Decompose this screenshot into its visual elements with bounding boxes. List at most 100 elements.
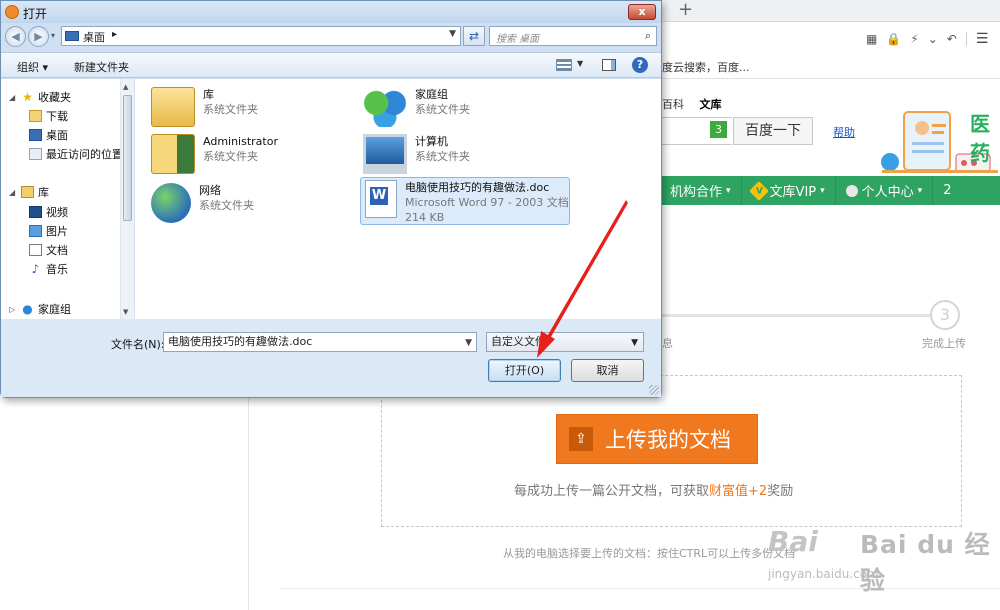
nav-item-more[interactable]: 2 [933, 176, 961, 205]
file-name: 电脑使用技巧的有趣做法.doc [405, 181, 550, 194]
file-type-dropdown-icon[interactable]: ▼ [631, 336, 638, 350]
download-folder-icon [29, 110, 42, 122]
help-icon[interactable]: ? [632, 57, 648, 73]
file-item-selected-doc[interactable]: W 电脑使用技巧的有趣做法.doc Microsoft Word 97 - 20… [360, 177, 570, 225]
caret-down-icon: ▾ [820, 185, 825, 196]
nav-label: 库 [38, 186, 49, 199]
nav-recent-places[interactable]: 最近访问的位置 [29, 146, 123, 162]
app-icon [5, 5, 19, 19]
toolbar-separator [965, 32, 967, 46]
browser-tab-strip [660, 0, 1000, 22]
search-count-badge: 3 [710, 121, 727, 138]
nav-pane-scrollbar[interactable]: ▲ ▼ [120, 79, 134, 319]
baidu-search-button[interactable]: 百度一下 [733, 117, 813, 145]
file-type: 系统文件夹 [415, 103, 470, 116]
file-name: 计算机 [415, 135, 448, 148]
search-suggestion-text[interactable]: 度云搜索，百度... [662, 59, 750, 75]
file-item-homegroup[interactable]: 家庭组 系统文件夹 [363, 87, 470, 127]
page-divider [248, 398, 249, 610]
tab-wenku[interactable]: 文库 [700, 98, 722, 111]
search-icon[interactable]: ⌕ [645, 29, 651, 43]
nav-label: 个人中心 [861, 185, 914, 200]
nav-videos[interactable]: 视频 [29, 204, 68, 220]
banner-heading: 医药 [970, 112, 992, 165]
nav-favorites[interactable]: ◢ ★ 收藏夹 [9, 89, 71, 105]
file-name: Administrator [203, 135, 278, 148]
organize-button[interactable]: 组织 ▾ [17, 59, 48, 75]
scroll-down-icon[interactable]: ▼ [123, 308, 128, 316]
video-icon [29, 206, 42, 218]
tab-baike[interactable]: 百科 [662, 98, 684, 111]
dialog-search-input[interactable]: 搜索 桌面 ⌕ [489, 26, 657, 46]
nav-pictures[interactable]: 图片 [29, 223, 68, 239]
vip-icon: V [748, 180, 769, 201]
upload-button-label: 上传我的文档 [605, 428, 731, 452]
file-type: 系统文件夹 [203, 150, 258, 163]
address-dropdown-icon[interactable]: ▼ [449, 29, 456, 39]
view-options-icon[interactable] [556, 59, 572, 71]
qr-code-icon[interactable]: ▦ [866, 32, 877, 46]
browser-menu-icon[interactable]: ☰ [976, 31, 989, 47]
address-bar[interactable]: 桌面 ▸ ▼ [61, 26, 461, 46]
nav-homegroup[interactable]: ▷ ● 家庭组 [9, 301, 71, 317]
lock-icon[interactable]: 🔒 [886, 32, 901, 46]
toolbar-divider [660, 78, 1000, 79]
new-folder-button[interactable]: 新建文件夹 [74, 59, 129, 75]
dialog-titlebar[interactable]: 打开 x [1, 1, 661, 23]
preview-pane-icon[interactable] [602, 59, 616, 71]
browser-toolbar-icons: ▦ 🔒 ⚡ ⌄ ↶ ☰ [866, 31, 988, 47]
scrollbar-thumb[interactable] [123, 95, 132, 221]
watermark-url: jingyan.baidu.com [768, 567, 879, 581]
upload-icon: ⇪ [569, 427, 593, 451]
file-name: 家庭组 [415, 88, 448, 101]
scroll-up-icon[interactable]: ▲ [123, 83, 128, 91]
collapse-icon[interactable]: ◢ [9, 93, 17, 102]
file-type-select[interactable]: 自定义文件 ▼ [486, 332, 644, 352]
breadcrumb-chevron-icon[interactable]: ▸ [112, 29, 117, 40]
upload-steps-progress [660, 314, 930, 317]
open-button[interactable]: 打开(O) [488, 359, 561, 382]
file-item-network[interactable]: 网络 系统文件夹 [151, 183, 254, 223]
address-location[interactable]: 桌面 [83, 29, 105, 45]
nav-desktop[interactable]: 桌面 [29, 127, 68, 143]
resize-grip[interactable] [649, 385, 659, 395]
step-2-label: 息 [662, 337, 673, 350]
filename-input[interactable]: 电脑使用技巧的有趣做法.doc ▼ [163, 332, 477, 352]
refresh-button[interactable]: ⇄ [463, 26, 485, 46]
nav-label: 文库VIP [769, 185, 817, 200]
file-name: 库 [203, 88, 214, 101]
nav-libraries[interactable]: ◢ 库 [9, 184, 49, 200]
nav-music[interactable]: ♪ 音乐 [29, 261, 68, 277]
computer-icon [363, 134, 407, 174]
new-tab-button[interactable]: + [678, 0, 693, 20]
nav-item-partners[interactable]: 机构合作 ▾ [660, 176, 742, 205]
nav-item-user-center[interactable]: 个人中心 ▾ [836, 176, 934, 205]
file-type: 系统文件夹 [203, 103, 258, 116]
help-link[interactable]: 帮助 [833, 124, 855, 140]
collapse-icon[interactable]: ◢ [9, 188, 17, 197]
file-item-computer[interactable]: 计算机 系统文件夹 [363, 134, 470, 174]
nav-label: 家庭组 [38, 303, 71, 316]
history-dropdown-icon[interactable]: ▾ [51, 31, 55, 40]
lightning-icon[interactable]: ⚡ [910, 32, 918, 46]
file-item-libraries[interactable]: 库 系统文件夹 [151, 87, 258, 127]
close-button[interactable]: x [628, 4, 656, 20]
nav-label: 最近访问的位置 [46, 148, 123, 161]
view-dropdown-icon[interactable]: ▼ [577, 59, 583, 68]
upload-document-button[interactable]: ⇪ 上传我的文档 [556, 414, 758, 464]
search-placeholder: 搜索 桌面 [496, 34, 540, 45]
undo-icon[interactable]: ↶ [947, 32, 957, 46]
filename-dropdown-icon[interactable]: ▼ [465, 336, 472, 350]
forward-button[interactable]: ▶ [28, 26, 49, 47]
nav-documents[interactable]: 文档 [29, 242, 68, 258]
site-tabs: 百科 文库 [662, 96, 734, 112]
expand-icon[interactable]: ▷ [9, 305, 17, 314]
back-button[interactable]: ◀ [5, 26, 26, 47]
nav-downloads[interactable]: 下载 [29, 108, 68, 124]
nav-item-vip[interactable]: V 文库VIP ▾ [742, 176, 836, 205]
cancel-button[interactable]: 取消 [571, 359, 644, 382]
chevron-down-icon[interactable]: ⌄ [928, 32, 938, 46]
library-icon [151, 87, 195, 127]
file-item-administrator[interactable]: Administrator 系统文件夹 [151, 134, 278, 174]
nav-label: 文档 [46, 244, 68, 257]
